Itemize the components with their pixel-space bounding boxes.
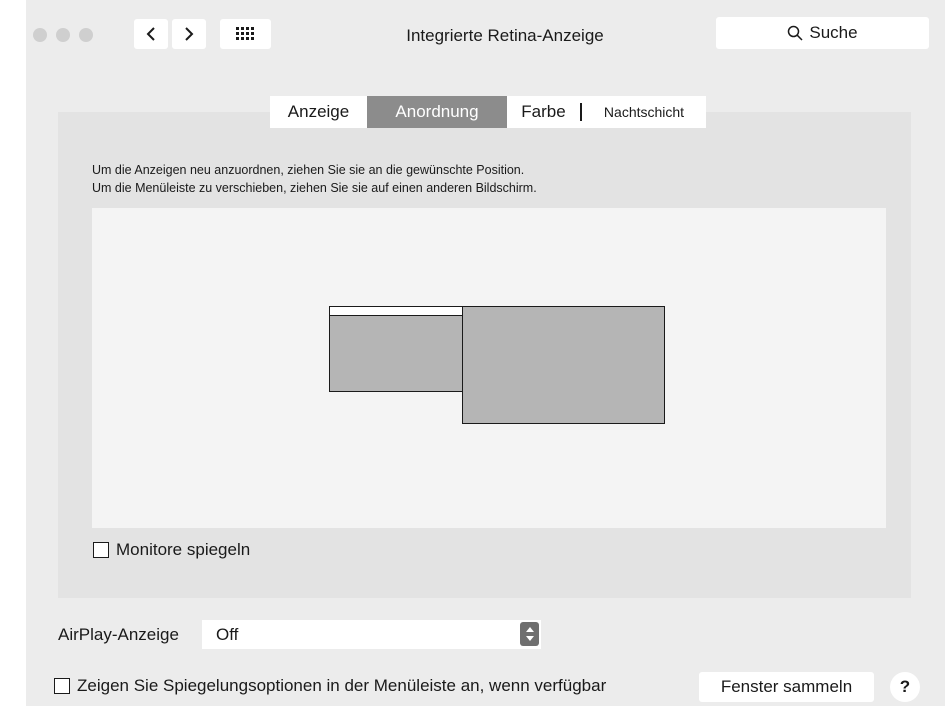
tab-bar: Anzeige Anordnung Farbe Nachtschicht (270, 96, 706, 128)
tab-anzeige[interactable]: Anzeige (270, 96, 367, 128)
display-left[interactable] (329, 306, 464, 392)
back-button[interactable] (134, 19, 168, 49)
mirror-displays-checkbox[interactable] (93, 542, 109, 558)
show-mirroring-options-label: Zeigen Sie Spiegelungsoptionen in der Me… (77, 676, 607, 695)
tab-farbe[interactable]: Farbe (507, 96, 580, 128)
grid-icon (235, 27, 254, 40)
up-down-arrows-icon (525, 627, 534, 641)
chevron-left-icon (146, 27, 155, 41)
window-title: Integrierte Retina-Anzeige (406, 26, 604, 45)
display-right[interactable] (462, 306, 665, 424)
zoom-window-icon[interactable] (79, 28, 93, 42)
airplay-select-value: Off (216, 624, 239, 644)
menu-bar-indicator[interactable] (330, 307, 463, 316)
show-mirroring-options-checkbox[interactable] (54, 678, 70, 694)
instruction-text: Um die Anzeigen neu anzuordnen, ziehen S… (92, 163, 525, 177)
airplay-select[interactable]: Off (202, 620, 541, 649)
airplay-select-stepper[interactable] (520, 622, 539, 646)
mirror-displays-label: Monitore spiegeln (116, 540, 251, 559)
forward-button[interactable] (172, 19, 206, 49)
show-all-button[interactable] (220, 19, 271, 49)
minimize-window-icon[interactable] (56, 28, 70, 42)
help-button[interactable]: ? (890, 672, 920, 702)
tab-anordnung[interactable]: Anordnung (367, 96, 507, 128)
close-window-icon[interactable] (33, 28, 47, 42)
search-icon (788, 25, 803, 41)
tab-nachtschicht[interactable]: Nachtschicht (582, 96, 706, 128)
chevron-right-icon (185, 27, 194, 41)
airplay-label: AirPlay-Anzeige (58, 625, 179, 644)
search-field[interactable]: Suche (716, 17, 929, 49)
gather-windows-button[interactable]: Fenster sammeln (699, 672, 874, 702)
instruction-text-menubar: Um die Menüleiste zu verschieben, ziehen… (92, 181, 537, 195)
search-placeholder: Suche (809, 23, 858, 42)
